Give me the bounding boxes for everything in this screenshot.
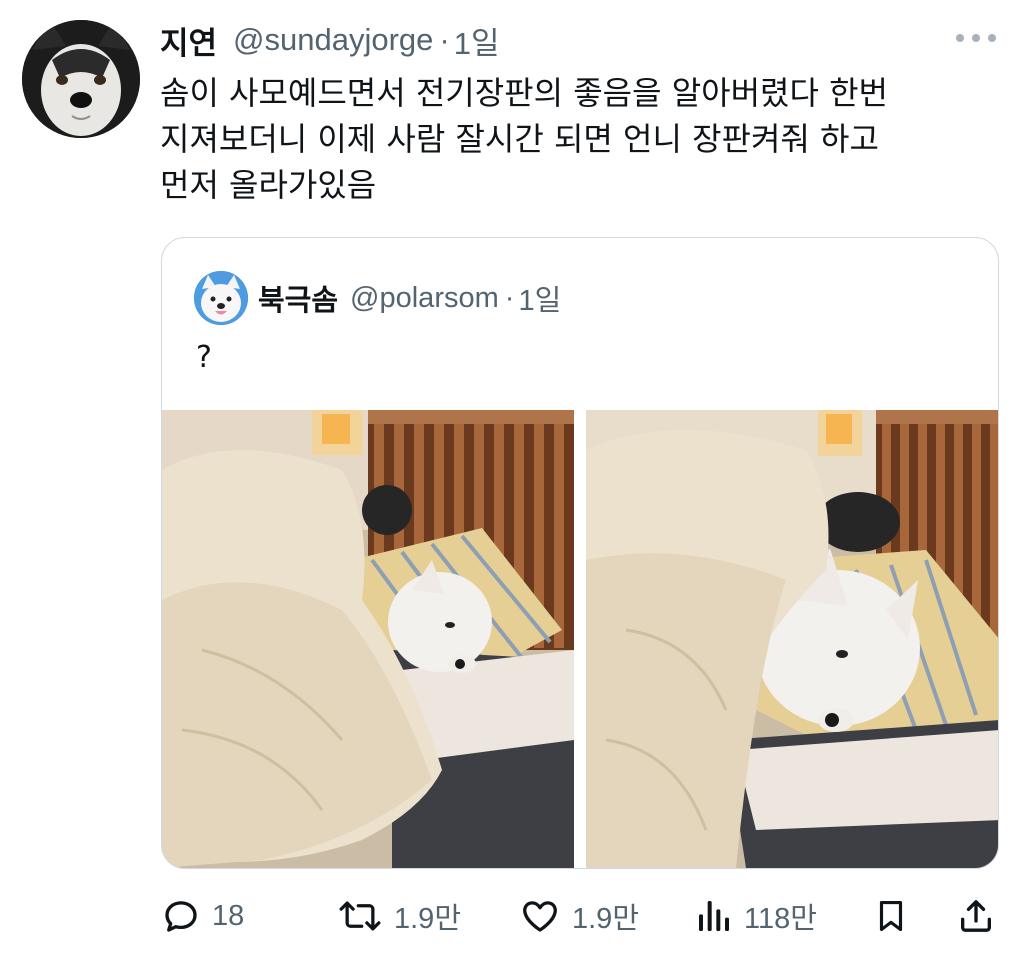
retweet-icon — [339, 901, 381, 931]
quoted-tweet-card[interactable]: 북극솜 @polarsom · 1일 ? — [161, 237, 999, 869]
share-icon — [961, 900, 991, 932]
bookmark-button[interactable] — [872, 886, 910, 946]
tweet-action-bar: 18 1.9만 1.9만 118만 — [0, 886, 1024, 946]
retweet-button[interactable]: 1.9만 — [336, 886, 461, 946]
tweet-header: 지연 @sundayjorge · 1일 — [160, 18, 500, 62]
reply-count: 18 — [212, 899, 245, 932]
reply-icon — [165, 901, 197, 932]
tweet-timestamp[interactable]: 1일 — [454, 18, 500, 63]
tweet-text-line: 솜이 사모예드면서 전기장판의 좋음을 알아버렸다 한번 — [160, 74, 888, 112]
tweet-text-line: 지져보더니 이제 사람 잘시간 되면 언니 장판켜줘 하고 — [160, 120, 879, 158]
bookmark-icon — [879, 900, 903, 932]
tweet-text-line: 먼저 올라가있음 — [160, 166, 377, 204]
heart-icon — [523, 901, 557, 932]
dog-in-bed-photo — [586, 410, 998, 868]
author-handle[interactable]: @sundayjorge — [233, 22, 433, 58]
more-icon[interactable] — [956, 24, 996, 52]
quoted-author-display-name[interactable]: 북극솜 — [258, 277, 338, 319]
views-count: 118만 — [744, 903, 817, 935]
samoyed-avatar-image — [194, 271, 248, 325]
quoted-author-handle[interactable]: @polarsom — [350, 282, 499, 315]
quoted-header-separator: · — [504, 281, 515, 314]
author-avatar[interactable] — [22, 20, 140, 138]
author-display-name[interactable]: 지연 — [160, 18, 217, 63]
quoted-tweet-text: ? — [196, 340, 212, 375]
reply-button[interactable]: 18 — [160, 886, 244, 946]
tweet-text: 솜이 사모예드면서 전기장판의 좋음을 알아버렸다 한번 지져보더니 이제 사람… — [160, 70, 1010, 208]
tweet-photo-1[interactable] — [162, 410, 574, 868]
quoted-tweet-timestamp[interactable]: 1일 — [518, 277, 561, 319]
share-button[interactable] — [956, 886, 996, 946]
quoted-tweet-header: 북극솜 @polarsom · 1일 — [258, 274, 561, 322]
quoted-author-avatar[interactable] — [194, 271, 248, 325]
retweet-count: 1.9만 — [394, 903, 461, 935]
like-button[interactable]: 1.9만 — [518, 886, 639, 946]
tweet-photo-2[interactable] — [586, 410, 998, 868]
header-separator: · — [439, 22, 450, 57]
views-icon — [699, 901, 729, 931]
like-count: 1.9만 — [572, 903, 639, 935]
views-button[interactable]: 118만 — [694, 886, 817, 946]
dog-in-bed-photo — [162, 410, 574, 868]
husky-avatar-image — [22, 20, 140, 138]
